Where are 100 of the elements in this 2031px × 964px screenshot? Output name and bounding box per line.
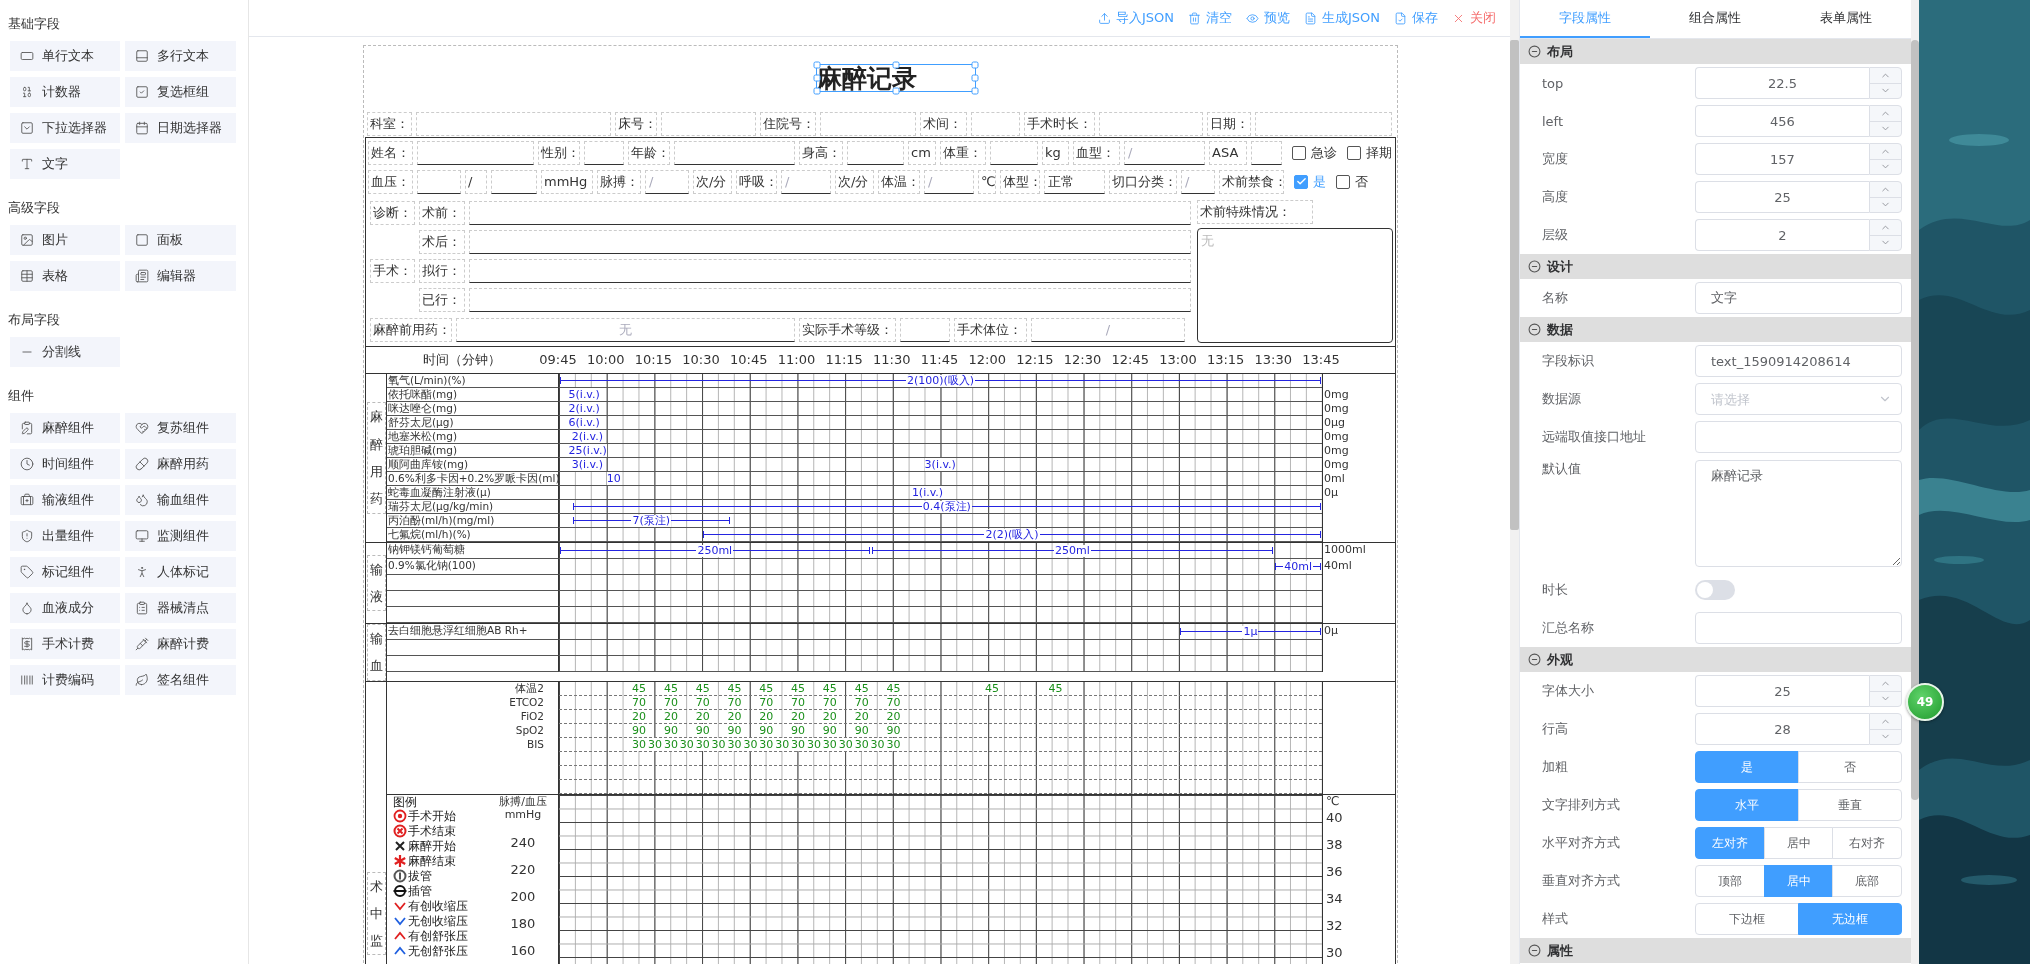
input-field[interactable] [469, 258, 1191, 283]
component-button[interactable]: 编辑器 [125, 261, 236, 291]
component-button[interactable]: 输液组件 [10, 485, 120, 515]
option-button[interactable]: 垂直 [1798, 789, 1902, 821]
vital-value: 30 [679, 737, 694, 751]
component-button[interactable]: 计数器 [10, 77, 120, 107]
component-button[interactable]: 麻醉用药 [125, 449, 236, 479]
component-button[interactable]: 麻醉组件 [10, 413, 120, 443]
property-label: 汇总名称 [1541, 619, 1595, 637]
component-button[interactable]: 手术计费 [10, 629, 120, 659]
input-field[interactable] [847, 140, 904, 165]
total-value: 40ml [1322, 559, 1395, 575]
panel-tab[interactable]: 表单属性 [1780, 0, 1911, 38]
input-field[interactable] [584, 140, 624, 165]
text-area[interactable]: 麻醉记录 [1695, 460, 1902, 567]
input-field[interactable] [900, 317, 950, 342]
checkbox[interactable] [1336, 174, 1350, 189]
option-button[interactable]: 右对齐 [1832, 827, 1902, 859]
section-header[interactable]: 外观 [1520, 647, 1911, 672]
text-input[interactable]: 文字 [1695, 282, 1902, 314]
number-input[interactable]: 456 [1695, 105, 1869, 137]
option-button[interactable]: 居中 [1763, 827, 1834, 859]
input-field[interactable] [661, 111, 756, 136]
input-field[interactable] [469, 287, 1191, 312]
select-field[interactable]: 请选择 [1695, 383, 1902, 415]
input-field[interactable] [674, 140, 795, 165]
toggle-switch[interactable] [1695, 580, 1735, 600]
checkbox[interactable] [1292, 145, 1306, 160]
input-field[interactable]: / [1181, 169, 1215, 194]
input-field[interactable] [1251, 140, 1282, 165]
input-field[interactable]: / [1031, 317, 1185, 342]
component-button[interactable]: 时间组件 [10, 449, 120, 479]
section-header[interactable]: 数据 [1520, 317, 1911, 342]
number-input[interactable]: 25 [1695, 181, 1869, 213]
checkbox[interactable] [1294, 174, 1308, 189]
number-input[interactable]: 28 [1695, 713, 1869, 745]
component-button[interactable]: 输血组件 [125, 485, 236, 515]
component-button[interactable]: 图片 [10, 225, 120, 255]
component-button[interactable]: 麻醉计费 [125, 629, 236, 659]
input-field[interactable]: 无 [456, 317, 795, 342]
component-button[interactable]: 签名组件 [125, 665, 236, 695]
input-field[interactable]: 正常 [1044, 169, 1105, 194]
component-button[interactable]: 单行文本 [10, 41, 120, 71]
section-heading: 组件 [8, 387, 35, 405]
panel-tab[interactable]: 组合属性 [1650, 0, 1781, 38]
field-label: 体重： [940, 140, 986, 165]
option-button[interactable]: 下边框 [1695, 903, 1799, 935]
component-button[interactable]: 计费编码 [10, 665, 120, 695]
input-field[interactable] [417, 169, 461, 194]
checkbox[interactable] [1347, 145, 1361, 160]
component-button[interactable]: 下拉选择器 [10, 113, 120, 143]
component-button[interactable]: 复选框组 [125, 77, 236, 107]
section-header[interactable]: 布局 [1520, 39, 1911, 64]
input-field[interactable] [469, 229, 1191, 254]
section-header[interactable]: 设计 [1520, 254, 1911, 279]
section-header[interactable]: 属性 [1520, 938, 1911, 963]
text-input[interactable] [1695, 612, 1902, 644]
component-button[interactable]: 面板 [125, 225, 236, 255]
component-button[interactable]: 出量组件 [10, 521, 120, 551]
number-input[interactable]: 2 [1695, 219, 1869, 251]
component-button[interactable]: 文字 [10, 149, 120, 179]
component-button[interactable]: 人体标记 [125, 557, 236, 587]
input-field[interactable] [491, 169, 537, 194]
input-field[interactable] [417, 140, 534, 165]
number-input[interactable]: 25 [1695, 675, 1869, 707]
input-field[interactable] [1255, 111, 1392, 136]
input-field[interactable] [416, 111, 611, 136]
component-button[interactable]: 复苏组件 [125, 413, 236, 443]
input-field[interactable] [1099, 111, 1203, 136]
option-button[interactable]: 底部 [1832, 865, 1902, 897]
scrollbar[interactable] [1510, 0, 1519, 964]
component-button[interactable]: 表格 [10, 261, 120, 291]
input-field[interactable]: / [1124, 140, 1205, 165]
input-field[interactable] [469, 200, 1191, 225]
option-button[interactable]: 顶部 [1695, 865, 1765, 897]
option-button[interactable]: 否 [1798, 751, 1902, 783]
component-button[interactable]: 监测组件 [125, 521, 236, 551]
component-button[interactable]: 日期选择器 [125, 113, 236, 143]
component-button[interactable]: 分割线 [10, 337, 120, 367]
scrollbar[interactable] [1911, 0, 1919, 964]
resize-handle[interactable] [892, 61, 900, 69]
number-input[interactable]: 22.5 [1695, 67, 1869, 99]
text-input[interactable] [1695, 421, 1902, 453]
input-field[interactable] [990, 140, 1038, 165]
input-field[interactable] [820, 111, 916, 136]
input-field[interactable]: / [781, 169, 831, 194]
input-field[interactable] [971, 111, 1020, 136]
section-title: 设计 [1547, 257, 1573, 276]
text-area[interactable]: 无 [1197, 228, 1393, 343]
input-field[interactable]: / [924, 169, 974, 194]
component-button[interactable]: 器械清点 [125, 593, 236, 623]
component-button[interactable]: 血液成分 [10, 593, 120, 623]
component-button[interactable]: 标记组件 [10, 557, 120, 587]
number-input[interactable]: 157 [1695, 143, 1869, 175]
component-button[interactable]: 多行文本 [125, 41, 236, 71]
property-label: 时长 [1541, 581, 1569, 599]
form-title[interactable]: 麻醉记录 [816, 64, 976, 92]
input-field[interactable]: / [645, 169, 689, 194]
vital-value: 90 [822, 723, 837, 737]
text-input[interactable]: text_1590914208614 [1695, 345, 1902, 377]
